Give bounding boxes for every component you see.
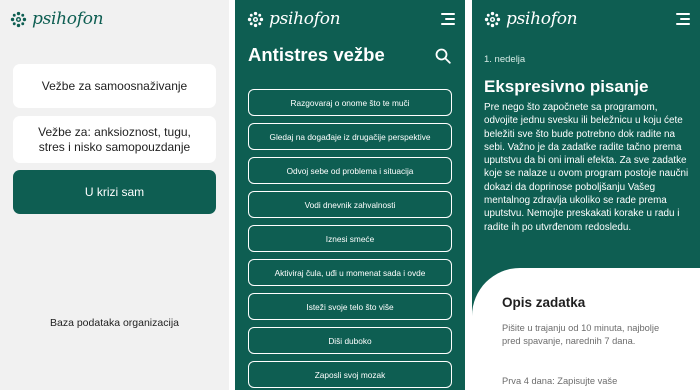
crisis-label: U krizi sam bbox=[84, 184, 145, 199]
exercise-intro-text: Pre nego što započnete sa programom, odv… bbox=[484, 102, 689, 233]
exercise-button[interactable]: Aktiviraj čula, uđi u momenat sada i ovd… bbox=[248, 259, 452, 286]
logo-flower-icon bbox=[10, 11, 27, 27]
exercise-button[interactable]: Zaposli svoj mozak bbox=[248, 361, 452, 388]
task-description-heading: Opis zadatka bbox=[502, 295, 586, 310]
exercise-title: Ekspresivno pisanje bbox=[484, 77, 649, 96]
menu-icon[interactable] bbox=[676, 13, 690, 25]
logo-wordmark: psihofon bbox=[32, 9, 104, 29]
page-title: Antistres vežbe bbox=[248, 44, 385, 65]
exercise-detail-screen: psihofon 1. nedelja Ekspresivno pisanje … bbox=[472, 0, 700, 390]
antistress-screen: psihofon Antistres vežbe Razgovaraj o on… bbox=[235, 0, 465, 390]
task-description-text-continued: Prva 4 dana: Zapisujte vaše bbox=[502, 376, 618, 386]
self-help-exercises-button[interactable]: Vežbe za samoosnaživanje bbox=[13, 64, 216, 108]
app-logo[interactable]: psihofon bbox=[10, 9, 104, 29]
screenshot-stage: psihofon Vežbe za samoosnaživanje Vežbe … bbox=[0, 0, 700, 390]
task-description-card: Opis zadatka Pišite u trajanju od 10 min… bbox=[472, 268, 700, 390]
menu-icon[interactable] bbox=[441, 13, 455, 25]
exercise-button[interactable]: Razgovaraj o onome što te muči bbox=[248, 89, 452, 116]
exercise-button[interactable]: Iznesi smeće bbox=[248, 225, 452, 252]
logo-flower-icon bbox=[484, 11, 501, 27]
exercise-button[interactable]: Odvoj sebe od problema i situacija bbox=[248, 157, 452, 184]
app-logo[interactable]: psihofon bbox=[484, 9, 578, 29]
search-icon[interactable] bbox=[435, 48, 451, 64]
anxiety-exercises-label: Vežbe za: anksioznost, tugu, stres i nis… bbox=[38, 124, 191, 154]
crisis-button[interactable]: U krizi sam bbox=[13, 170, 216, 214]
week-label: 1. nedelja bbox=[484, 54, 526, 65]
logo-wordmark: psihofon bbox=[506, 9, 578, 29]
logo-flower-icon bbox=[247, 11, 264, 27]
task-description-text: Pišite u trajanju od 10 minuta, najbolje… bbox=[502, 323, 660, 346]
exercise-button[interactable]: Isteži svoje telo što više bbox=[248, 293, 452, 320]
exercise-button[interactable]: Gledaj na događaje iz drugačije perspekt… bbox=[248, 123, 452, 150]
exercise-button[interactable]: Vodi dnevnik zahvalnosti bbox=[248, 191, 452, 218]
app-logo[interactable]: psihofon bbox=[247, 9, 341, 29]
logo-wordmark: psihofon bbox=[269, 9, 341, 29]
organization-database-link[interactable]: Baza podataka organizacija bbox=[0, 317, 229, 329]
home-screen: psihofon Vežbe za samoosnaživanje Vežbe … bbox=[0, 0, 229, 390]
self-help-exercises-label: Vežbe za samoosnaživanje bbox=[41, 78, 188, 93]
anxiety-exercises-button[interactable]: Vežbe za: anksioznost, tugu, stres i nis… bbox=[13, 116, 216, 163]
exercise-button[interactable]: Diši duboko bbox=[248, 327, 452, 354]
